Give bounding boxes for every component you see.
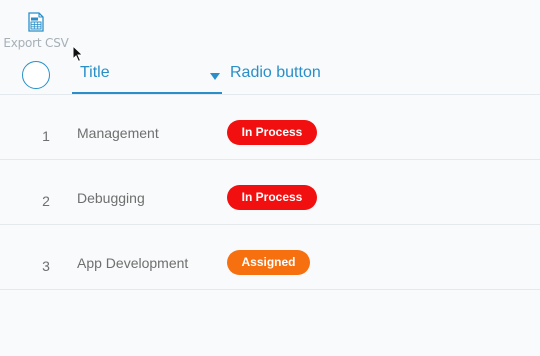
column-header-title-label: Title bbox=[80, 64, 110, 81]
status-badge[interactable]: Assigned bbox=[227, 250, 310, 275]
export-csv-label: Export CSV bbox=[3, 36, 69, 50]
table-row[interactable]: 3 App Development Assigned bbox=[0, 225, 540, 290]
column-header-title[interactable]: Title bbox=[72, 56, 222, 94]
row-title: Debugging bbox=[77, 190, 145, 206]
column-header-radio-button[interactable]: Radio button bbox=[230, 64, 321, 82]
export-csv-button[interactable]: Export CSV bbox=[3, 12, 69, 54]
csv-file-icon bbox=[28, 12, 44, 32]
data-grid-screen: Export CSV Title Radio button 1 Manageme… bbox=[0, 0, 540, 356]
mouse-pointer-icon bbox=[72, 45, 84, 63]
row-number: 2 bbox=[42, 193, 50, 209]
status-badge[interactable]: In Process bbox=[227, 185, 317, 210]
table-row[interactable]: 2 Debugging In Process bbox=[0, 160, 540, 225]
table-row[interactable]: 1 Management In Process bbox=[0, 95, 540, 160]
sort-descending-icon[interactable] bbox=[210, 73, 220, 80]
status-badge[interactable]: In Process bbox=[227, 120, 317, 145]
row-number: 1 bbox=[42, 128, 50, 144]
row-title: App Development bbox=[77, 255, 189, 271]
row-title: Management bbox=[77, 125, 159, 141]
row-number: 3 bbox=[42, 258, 50, 274]
select-all-radio[interactable] bbox=[22, 61, 50, 89]
